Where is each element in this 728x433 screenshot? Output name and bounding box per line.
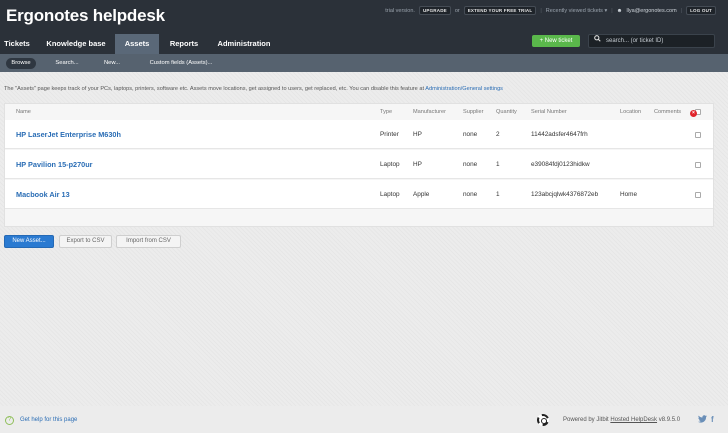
separator: | <box>540 7 542 14</box>
new-asset-button[interactable]: New Asset... <box>4 235 54 248</box>
new-ticket-button[interactable]: + New ticket <box>532 35 580 47</box>
asset-name-link[interactable]: HP Pavilion 15-p270ur <box>16 160 93 169</box>
col-manufacturer[interactable]: Manufacturer <box>413 109 446 115</box>
top-links: trial version. UPGRADE or EXTEND YOUR FR… <box>385 6 716 15</box>
table-row[interactable]: Macbook Air 13 Laptop Apple none 1 123ab… <box>5 180 713 209</box>
col-type[interactable]: Type <box>380 109 392 115</box>
asset-manufacturer: HP <box>413 161 422 168</box>
table-header: Name Type Manufacturer Supplier Quantity… <box>5 104 713 121</box>
info-text: The "Assets" page keeps track of your PC… <box>4 86 503 92</box>
row-checkbox[interactable] <box>695 132 701 138</box>
help-icon[interactable]: ? <box>5 416 14 425</box>
tab-tickets[interactable]: Tickets <box>0 34 34 54</box>
asset-quantity: 2 <box>496 131 500 138</box>
assets-table: Name Type Manufacturer Supplier Quantity… <box>4 103 714 227</box>
version-text: v8.9.5.0 <box>657 417 681 423</box>
tab-administration[interactable]: Administration <box>210 34 278 54</box>
asset-supplier: none <box>463 131 478 138</box>
asset-manufacturer: Apple <box>413 191 430 198</box>
asset-supplier: none <box>463 191 478 198</box>
info-description: The "Assets" page keeps track of your PC… <box>4 86 426 92</box>
facebook-icon[interactable]: f <box>711 415 714 424</box>
search-input[interactable]: search... (or ticket ID) <box>588 34 715 48</box>
asset-location: Home <box>620 191 638 198</box>
asset-serial: 11442adsfer4647frh <box>531 131 588 138</box>
row-checkbox[interactable] <box>695 162 701 168</box>
help-link[interactable]: Get help for this page <box>20 417 77 423</box>
delete-selected-icon[interactable]: × <box>690 110 697 117</box>
asset-serial: 123abcjqlwk4376872eb <box>531 191 599 198</box>
subnav-browse[interactable]: Browse <box>6 58 36 69</box>
powered-by: Powered by Jitbit Hosted HelpDesk v8.9.5… <box>563 417 680 423</box>
upgrade-button[interactable]: UPGRADE <box>418 6 451 15</box>
settings-link[interactable]: Administration/General settings <box>425 86 503 92</box>
import-csv-button[interactable]: Import from CSV <box>116 235 181 248</box>
export-csv-button[interactable]: Export to CSV <box>59 235 112 248</box>
separator: | <box>680 7 683 14</box>
hosted-helpdesk-link[interactable]: Hosted HelpDesk <box>610 417 657 423</box>
table-row[interactable]: HP LaserJet Enterprise M630h Printer HP … <box>5 120 713 149</box>
asset-type: Printer <box>380 131 399 138</box>
asset-type: Laptop <box>380 191 400 198</box>
logout-button[interactable]: LOG OUT <box>686 6 716 15</box>
col-serial-number[interactable]: Serial Number <box>531 109 567 115</box>
search-placeholder: search... (or ticket ID) <box>606 38 664 44</box>
asset-quantity: 1 <box>496 191 500 198</box>
lifebuoy-icon <box>537 414 549 426</box>
user-email[interactable]: llya@ergonotes.com <box>626 8 676 14</box>
app-title[interactable]: Ergonotes helpdesk <box>6 6 165 26</box>
asset-type: Laptop <box>380 161 400 168</box>
col-comments[interactable]: Comments <box>654 109 681 115</box>
subnav-search[interactable]: Search... <box>49 58 85 69</box>
asset-serial: e39084fdj0123hidkw <box>531 161 590 168</box>
col-name[interactable]: Name <box>16 109 31 115</box>
separator: | <box>611 7 613 14</box>
tab-assets[interactable]: Assets <box>115 34 159 54</box>
tab-reports[interactable]: Reports <box>163 34 205 54</box>
table-row[interactable]: HP Pavilion 15-p270ur Laptop HP none 1 e… <box>5 150 713 179</box>
asset-quantity: 1 <box>496 161 500 168</box>
col-location[interactable]: Location <box>620 109 641 115</box>
col-quantity[interactable]: Quantity <box>496 109 517 115</box>
user-icon: ☻ <box>616 7 623 14</box>
search-icon <box>594 35 601 47</box>
or-text: or <box>454 7 460 14</box>
col-supplier[interactable]: Supplier <box>463 109 484 115</box>
asset-supplier: none <box>463 161 478 168</box>
tab-knowledge-base[interactable]: Knowledge base <box>40 34 112 54</box>
asset-name-link[interactable]: Macbook Air 13 <box>16 190 70 199</box>
subnav-custom-fields[interactable]: Custom fields (Assets)... <box>140 58 222 69</box>
powered-prefix: Powered by Jitbit <box>563 417 611 423</box>
asset-name-link[interactable]: HP LaserJet Enterprise M630h <box>16 130 121 139</box>
twitter-icon[interactable] <box>698 415 707 425</box>
asset-manufacturer: HP <box>413 131 422 138</box>
row-checkbox[interactable] <box>695 192 701 198</box>
extend-trial-button[interactable]: EXTEND YOUR FREE TRIAL <box>463 6 537 15</box>
sub-nav: Browse Search... New... Custom fields (A… <box>0 54 728 72</box>
trial-text: trial version. <box>385 7 415 14</box>
subnav-new[interactable]: New... <box>97 58 127 69</box>
recent-tickets-dropdown[interactable]: Recently viewed tickets ▾ <box>546 8 607 14</box>
